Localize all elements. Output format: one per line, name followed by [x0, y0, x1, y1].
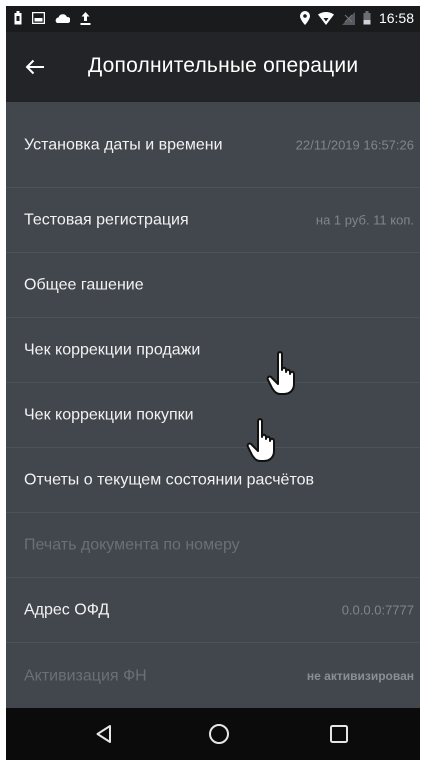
menu-item-ofd-address[interactable]: Адрес ОФД 0.0.0.0:7777: [6, 578, 420, 643]
back-triangle-icon: [96, 725, 111, 743]
status-time: 16:58: [378, 10, 414, 26]
menu-item-value: 22/11/2019 16:57:26: [295, 137, 414, 152]
home-circle-icon: [209, 724, 229, 744]
nav-recents-button[interactable]: [326, 721, 352, 747]
menu-item-label: Активизация ФН: [24, 667, 147, 684]
menu-item-label: Отчеты о текущем состоянии расчётов: [24, 471, 314, 489]
menu-item-sale-correction-receipt[interactable]: Чек коррекции продажи: [6, 318, 420, 383]
nav-home-button[interactable]: [206, 721, 232, 747]
menu-item-general-cancellation[interactable]: Общее гашение: [6, 253, 420, 318]
phone-screen: 16:58 Дополнительные операции Установка …: [6, 6, 420, 760]
menu-item-print-document-by-number: Печать документа по номеру: [6, 513, 420, 578]
menu-item-set-datetime[interactable]: Установка даты и времени 22/11/2019 16:5…: [6, 102, 420, 188]
menu-item-label: Чек коррекции покупки: [24, 406, 194, 424]
hand-pointer-icon: [246, 418, 275, 462]
menu-item-label: Установка даты и времени: [24, 136, 223, 153]
wifi-icon: [317, 11, 334, 25]
no-signal-icon: [341, 11, 355, 25]
hand-pointer-icon: [266, 351, 295, 395]
menu-item-purchase-correction-receipt[interactable]: Чек коррекции покупки: [6, 383, 420, 448]
app-bar: Дополнительные операции: [6, 32, 420, 102]
menu-item-value: на 1 руб. 11 коп.: [315, 212, 414, 228]
menu-item-label: Тестовая регистрация: [24, 211, 189, 229]
status-right-icons: 16:58: [299, 10, 414, 26]
menu-item-test-registration[interactable]: Тестовая регистрация на 1 руб. 11 коп.: [6, 188, 420, 253]
menu-item-value: 0.0.0.0:7777: [341, 602, 414, 618]
menu-item-label: Чек коррекции продажи: [24, 341, 201, 359]
menu-item-fn-activation: Активизация ФН не активизирован: [6, 643, 420, 708]
recents-square-icon: [330, 725, 348, 743]
status-bar: 16:58: [6, 6, 420, 32]
battery-saver-icon: [14, 11, 22, 25]
status-left-icons: [14, 11, 91, 25]
arrow-left-icon: [25, 59, 44, 75]
cloud-icon: [55, 14, 70, 23]
location-pin-icon: [299, 11, 310, 25]
operations-list: Установка даты и времени 22/11/2019 16:5…: [6, 102, 420, 708]
menu-item-label: Общее гашение: [24, 276, 144, 294]
page-title: Дополнительные операции: [88, 54, 359, 77]
battery-icon: [363, 11, 371, 25]
back-button[interactable]: [18, 50, 52, 84]
upload-icon: [80, 12, 91, 25]
menu-item-settlement-status-reports[interactable]: Отчеты о текущем состоянии расчётов: [6, 448, 420, 513]
nav-back-button[interactable]: [91, 721, 117, 747]
menu-item-label: Адрес ОФД: [24, 601, 110, 619]
image-icon: [32, 12, 45, 24]
menu-item-value: не активизирован: [306, 668, 414, 683]
menu-item-label: Печать документа по номеру: [24, 536, 240, 554]
navigation-bar: [6, 708, 420, 760]
